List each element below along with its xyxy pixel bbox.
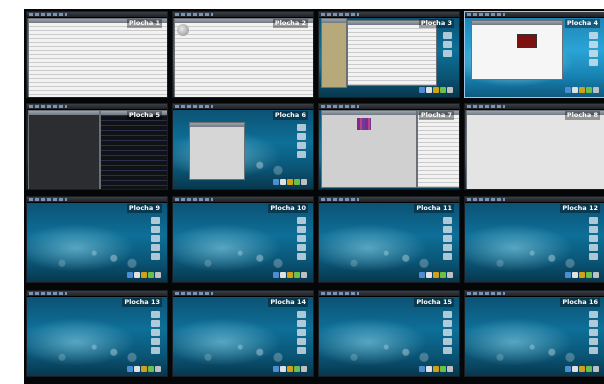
file-dialog [189,122,245,180]
desktop-thumbnail-15[interactable]: Plocha 15 [318,290,460,377]
desktop-thumbnail-13[interactable]: Plocha 13 [26,290,168,377]
panel-bar [465,197,604,203]
panel-bar [465,291,604,297]
desktop-widgets [151,217,161,262]
desktop-label: Plocha 2 [272,19,308,28]
panel-bar [465,12,604,18]
panel-bar [27,12,167,18]
desktop-widgets [589,32,599,68]
panel-bar [173,291,313,297]
dock [565,364,601,373]
panel-bar [27,197,167,203]
desktop-widgets [443,32,453,59]
terminal-window [28,110,100,189]
dock [565,85,601,94]
desktop-widgets [443,311,453,356]
desktop-label: Plocha 15 [414,298,454,307]
dock [273,177,309,186]
desktop-widgets [151,311,161,356]
desktop-label: Plocha 4 [564,19,600,28]
app-window [417,110,459,188]
panel-bar [173,197,313,203]
desktop-thumbnail-4[interactable]: Plocha 4 [464,11,604,98]
terminal-window [100,110,167,189]
desktop-widgets [589,217,599,262]
panel-bar [465,104,604,110]
desktop-label: Plocha 16 [560,298,600,307]
desktop-label: Plocha 10 [268,204,308,213]
desktop-thumbnail-16[interactable]: Plocha 16 [464,290,604,377]
desktop-thumbnail-11[interactable]: Plocha 11 [318,196,460,283]
panel-bar [319,12,459,18]
dock [419,364,455,373]
desktop-label: Plocha 12 [560,204,600,213]
desktop-label: Plocha 6 [272,111,308,120]
dock [127,270,163,279]
desktop-widgets [297,124,307,160]
panel-bar [319,197,459,203]
panel-bar [173,104,313,110]
desktop-widgets [297,217,307,262]
desktop-label: Plocha 9 [126,204,162,213]
panel-bar [27,291,167,297]
desktop-label: Plocha 8 [564,111,600,120]
globe-icon [177,24,189,36]
panel-bar [319,104,459,110]
desktop-thumbnail-6[interactable]: Plocha 6 [172,103,314,190]
dock [565,270,601,279]
desktop-thumbnail-12[interactable]: Plocha 12 [464,196,604,283]
desktop-grid: Plocha 1 Plocha 2 Plocha 3 Plocha 4 Ploc… [24,9,604,384]
dock [419,270,455,279]
desktop-thumbnail-2[interactable]: Plocha 2 [172,11,314,98]
color-swatch [357,118,371,130]
desktop-thumbnail-5[interactable]: Plocha 5 [26,103,168,190]
desktop-thumbnail-7[interactable]: Plocha 7 [318,103,460,190]
desktop-label: Plocha 13 [122,298,162,307]
desktop-thumbnail-8[interactable]: Plocha 8 [464,103,604,190]
desktop-label: Plocha 1 [126,19,162,28]
desktop-widgets [443,217,453,262]
desktop-thumbnail-1[interactable]: Plocha 1 [26,11,168,98]
desktop-widgets [297,311,307,356]
desktop-label: Plocha 11 [414,204,454,213]
dock [419,85,455,94]
app-window [347,20,437,86]
app-window [28,18,167,97]
dock [127,364,163,373]
document-window [466,110,604,189]
app-window [174,18,313,97]
desktop-thumbnail-9[interactable]: Plocha 9 [26,196,168,283]
settings-window [471,20,563,80]
preview-box [517,34,537,48]
app-window [321,18,347,88]
desktop-label: Plocha 7 [418,111,454,120]
desktop-thumbnail-14[interactable]: Plocha 14 [172,290,314,377]
desktop-widgets [589,311,599,356]
dock [273,364,309,373]
desktop-label: Plocha 5 [126,111,162,120]
desktop-label: Plocha 14 [268,298,308,307]
panel-bar [27,104,167,110]
panel-bar [319,291,459,297]
desktop-label: Plocha 3 [418,19,454,28]
dock [273,270,309,279]
desktop-thumbnail-10[interactable]: Plocha 10 [172,196,314,283]
panel-bar [173,12,313,18]
desktop-thumbnail-3[interactable]: Plocha 3 [318,11,460,98]
